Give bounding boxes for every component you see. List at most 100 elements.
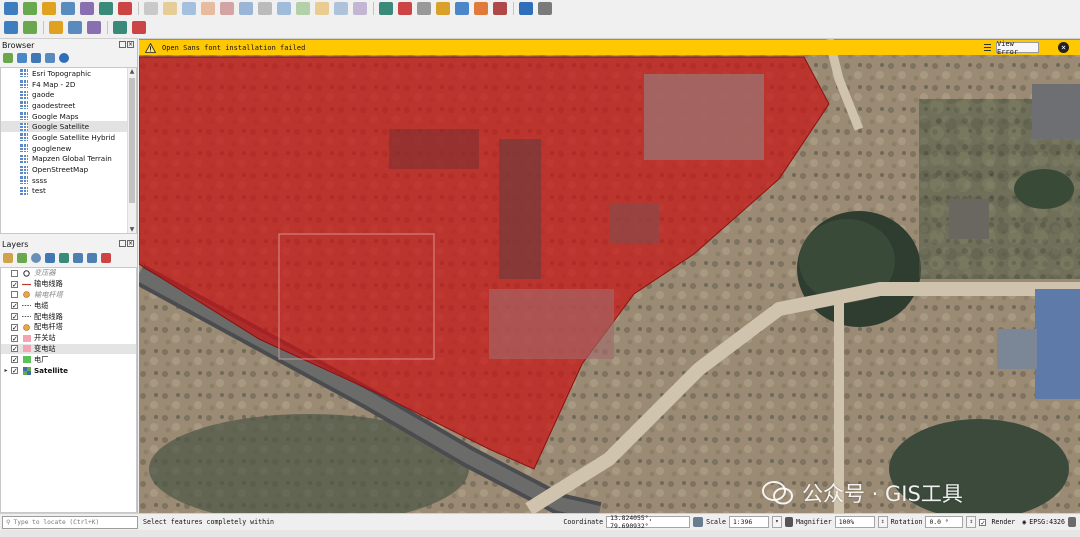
render-checkbox[interactable]: ✓: [979, 518, 987, 526]
magnifier-field[interactable]: 100%: [834, 516, 875, 528]
toggle-extents-icon[interactable]: [693, 517, 704, 527]
browser-scrollbar[interactable]: ▲ ▼: [127, 68, 136, 233]
add-group-icon[interactable]: [17, 253, 27, 263]
scroll-up-icon[interactable]: ▲: [129, 68, 135, 75]
copy-icon[interactable]: [296, 2, 310, 15]
close-message-icon[interactable]: ×: [1058, 42, 1069, 53]
expand-all-icon[interactable]: [73, 253, 83, 263]
cut-icon[interactable]: [277, 2, 291, 15]
layer-item[interactable]: ✓ 变电站: [1, 343, 136, 355]
scale-field[interactable]: 1:396: [728, 516, 769, 528]
label-rotate-icon[interactable]: [455, 2, 469, 15]
browser-item[interactable]: gaodestreet: [1, 100, 136, 111]
save-edits-icon[interactable]: [182, 2, 196, 15]
refresh-icon[interactable]: [17, 53, 27, 63]
zoom-full-icon[interactable]: [68, 21, 82, 34]
scale-dropdown[interactable]: ▾: [771, 516, 782, 528]
view-error-button[interactable]: View Error: [996, 40, 1039, 56]
print-layout-icon[interactable]: [80, 2, 94, 15]
label-pin-icon[interactable]: [398, 2, 412, 15]
edit-pencil-icon[interactable]: [163, 2, 177, 15]
vertex-tool-icon[interactable]: [201, 2, 215, 15]
browser-item[interactable]: ssss: [1, 175, 136, 186]
layer-item[interactable]: ✓ 配电杆塔: [1, 322, 136, 333]
layer-visibility-checkbox[interactable]: [11, 269, 18, 277]
layer-visibility-checkbox[interactable]: ✓: [11, 345, 18, 353]
scroll-down-icon[interactable]: ▼: [129, 226, 135, 233]
browser-tree[interactable]: Esri Topographic F4 Map - 2D gaode gaodestr…: [0, 67, 137, 234]
layout-manager-icon[interactable]: [99, 2, 113, 15]
layer-item[interactable]: ▸ ✓ Satellite: [1, 365, 136, 376]
label-show-icon[interactable]: [417, 2, 431, 15]
paste-icon[interactable]: [315, 2, 329, 15]
manage-visibility-icon[interactable]: [31, 253, 41, 263]
expand-arrow-icon[interactable]: ▸: [1, 367, 11, 374]
layer-visibility-checkbox[interactable]: ✓: [11, 334, 18, 342]
float-panel-icon[interactable]: [119, 240, 126, 247]
identify-icon[interactable]: [113, 21, 127, 34]
locator-search-input[interactable]: ⚲ Type to locate (Ctrl+K): [2, 515, 138, 529]
label-tool-icon[interactable]: [493, 2, 507, 15]
browser-item[interactable]: OpenStreetMap: [1, 164, 136, 175]
layer-visibility-checkbox[interactable]: ✓: [11, 313, 18, 321]
collapse-all-icon[interactable]: [45, 53, 55, 63]
browser-item[interactable]: Mapzen Global Terrain: [1, 154, 136, 165]
python-icon[interactable]: [519, 2, 533, 15]
browser-item[interactable]: Google Maps: [1, 111, 136, 122]
layer-item[interactable]: ✓ 电缆: [1, 300, 136, 311]
browser-item[interactable]: Google Satellite Hybrid: [1, 132, 136, 143]
style-panel-icon[interactable]: [3, 253, 13, 263]
layer-item[interactable]: 输电杆塔: [1, 290, 136, 301]
new-project-icon[interactable]: [4, 2, 18, 15]
browser-item[interactable]: Google Satellite: [1, 121, 136, 133]
zoom-select-icon[interactable]: [87, 21, 101, 34]
layers-tree[interactable]: 变压器 ✓ 输电线路 输电杆塔 ✓ 电缆 ✓ 配电线路 ✓ 配电杆塔 ✓ 开关站 ✓ 变电站 ✓ 电厂 ▸ ✓ Sa…: [0, 267, 137, 513]
redo-icon[interactable]: [353, 2, 367, 15]
lock-scale-icon[interactable]: [784, 517, 793, 527]
pan-map-icon[interactable]: [4, 21, 18, 34]
rotation-spinner[interactable]: ⇕: [966, 516, 977, 528]
browser-item[interactable]: F4 Map - 2D: [1, 79, 136, 90]
undo-icon[interactable]: [334, 2, 348, 15]
coordinate-field[interactable]: 13.824055°, 79.690932°: [606, 514, 691, 530]
map-canvas[interactable]: [139, 39, 1080, 513]
label-change-icon[interactable]: [474, 2, 488, 15]
messages-icon[interactable]: [1068, 517, 1076, 527]
processing-icon[interactable]: [538, 2, 552, 15]
layer-item[interactable]: ✓ 配电线路: [1, 311, 136, 322]
manage-layers-icon[interactable]: [61, 2, 75, 15]
float-panel-icon[interactable]: [119, 41, 126, 48]
layer-visibility-checkbox[interactable]: [11, 291, 18, 299]
label-move-icon[interactable]: [436, 2, 450, 15]
layer-item[interactable]: ✓ 电厂: [1, 354, 136, 365]
collapse-all-icon[interactable]: [87, 253, 97, 263]
layer-item[interactable]: ✓ 输电线路: [1, 279, 136, 290]
browser-item[interactable]: googlenew: [1, 143, 136, 154]
crs-button[interactable]: EPSG:4326: [1029, 518, 1065, 526]
pan-to-selection-icon[interactable]: [23, 21, 37, 34]
filter-expression-icon[interactable]: [59, 253, 69, 263]
browser-item[interactable]: gaode: [1, 89, 136, 100]
style-manager-icon[interactable]: [118, 2, 132, 15]
delete-feature-icon[interactable]: [258, 2, 272, 15]
message-menu-icon[interactable]: [984, 43, 991, 52]
label-icon[interactable]: [379, 2, 393, 15]
measure-icon[interactable]: [132, 21, 146, 34]
remove-layer-icon[interactable]: [101, 253, 111, 263]
close-panel-icon[interactable]: ×: [127, 240, 134, 247]
scrollbar-thumb[interactable]: [129, 78, 135, 203]
layer-visibility-checkbox[interactable]: ✓: [11, 323, 18, 331]
digitize-icon[interactable]: [144, 2, 158, 15]
layer-item[interactable]: ✓ 开关站: [1, 333, 136, 344]
layer-visibility-checkbox[interactable]: ✓: [11, 367, 18, 375]
layer-item[interactable]: 变压器: [1, 268, 136, 279]
layer-visibility-checkbox[interactable]: ✓: [11, 302, 18, 310]
browser-item[interactable]: Esri Topographic: [1, 68, 136, 79]
move-feature-icon[interactable]: [239, 2, 253, 15]
layer-visibility-checkbox[interactable]: ✓: [11, 356, 18, 364]
magnifier-spinner[interactable]: ⇕: [877, 516, 888, 528]
close-panel-icon[interactable]: ×: [127, 41, 134, 48]
filter-legend-icon[interactable]: [45, 253, 55, 263]
rotation-field[interactable]: 0.0 °: [925, 516, 964, 528]
add-selected-layers-icon[interactable]: [3, 53, 13, 63]
